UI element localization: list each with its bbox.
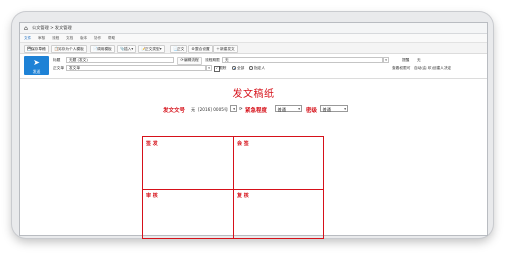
refresh-icon[interactable]: ⟳ bbox=[239, 106, 243, 111]
body-type-button[interactable]: 📝正文类型▾ bbox=[138, 44, 165, 53]
secret-level-label: 密级 bbox=[306, 108, 318, 114]
chevron-down-icon: ▾ bbox=[131, 46, 134, 51]
doc-number-prefix: 无 bbox=[191, 107, 196, 112]
chevron-down-icon[interactable]: ▾ bbox=[383, 57, 389, 63]
track-specified-radio[interactable] bbox=[249, 66, 253, 70]
flow-deadline-select[interactable]: 无 bbox=[222, 57, 383, 63]
reminder-value: 无 bbox=[417, 58, 421, 62]
tab-document[interactable]: 文档 bbox=[66, 36, 73, 41]
grid-divider bbox=[233, 137, 235, 238]
insert-button[interactable]: 📎插入▾ bbox=[117, 44, 137, 53]
use-template-button[interactable]: 📄调用模板 bbox=[90, 44, 115, 53]
track-specified-label: 指定人 bbox=[254, 66, 266, 70]
title-label: 标题 bbox=[53, 58, 61, 62]
home-icon[interactable]: ⌂ bbox=[24, 25, 28, 32]
flow-deadline-label: 流程期限 bbox=[205, 58, 220, 62]
body-button[interactable]: 📃正文 bbox=[170, 44, 188, 53]
tab-collab[interactable]: 协作 bbox=[94, 36, 101, 41]
tab-version[interactable]: 版本 bbox=[80, 36, 87, 41]
doc-number-value: [2016] 0005号 bbox=[198, 107, 229, 112]
chevron-down-icon[interactable]: ▾ bbox=[206, 65, 212, 71]
integration-settings-button[interactable]: ⚙整合设置 bbox=[188, 44, 213, 53]
tab-review[interactable]: 审核 bbox=[38, 36, 45, 41]
chevron-down-icon: ▾ bbox=[344, 107, 346, 111]
doc-number-select[interactable]: ▾ bbox=[230, 105, 237, 112]
grid-divider bbox=[143, 189, 323, 191]
chevron-down-icon: ▾ bbox=[159, 46, 162, 51]
view-permission-label: 查看权限可 bbox=[392, 66, 411, 70]
save-draft-button[interactable]: 💾保存草稿 bbox=[24, 44, 49, 53]
track-all-label: 全部 bbox=[237, 66, 245, 70]
tab-flow[interactable]: 流程 bbox=[52, 36, 59, 41]
document-title: 发文稿纸 bbox=[232, 89, 275, 100]
breadcrumb: 公文管理 > 发文管理 bbox=[32, 25, 72, 30]
save-as-template-button[interactable]: 📋另存为个人模板 bbox=[51, 44, 87, 53]
reminder-label: 提醒 bbox=[402, 58, 410, 62]
track-label: 跟踪 bbox=[219, 66, 227, 70]
urgency-label: 紧急程度 bbox=[245, 108, 268, 114]
countersign-cell-label: 会 签 bbox=[237, 141, 249, 147]
send-button[interactable]: ➤ 发送 bbox=[24, 56, 49, 75]
review-cell-label: 审 核 bbox=[146, 193, 158, 199]
chevron-down-icon: ▾ bbox=[233, 107, 235, 111]
send-label: 发送 bbox=[32, 68, 41, 74]
verify-cell-label: 复 核 bbox=[237, 193, 249, 199]
divider bbox=[20, 78, 487, 79]
tab-help[interactable]: 帮助 bbox=[108, 36, 115, 41]
approval-grid: 签 发 会 签 审 核 复 核 bbox=[142, 136, 324, 239]
track-all-radio[interactable] bbox=[232, 66, 236, 70]
body-form-label: 正文单 bbox=[53, 66, 65, 70]
title-bar: ⌂ 公文管理 > 发文管理 bbox=[20, 23, 487, 34]
send-icon: ➤ bbox=[33, 58, 40, 67]
view-permission-value: 自动(由 印)创建人决定 bbox=[414, 66, 452, 70]
doc-number-label: 发文文号 bbox=[163, 108, 186, 114]
tab-file[interactable]: 文件 bbox=[24, 36, 31, 41]
menu-tabs: 文件 审核 流程 文档 版本 协作 帮助 bbox=[20, 34, 487, 43]
new-dispatch-button[interactable]: ＋新建发文 bbox=[213, 44, 238, 53]
chevron-down-icon: ▾ bbox=[298, 107, 300, 111]
title-input[interactable]: 无题 (发文) bbox=[66, 57, 174, 63]
toolbar: 💾保存草稿 📋另存为个人模板 📄调用模板 📎插入▾ 📝正文类型▾ 📃正文 ⚙整合… bbox=[20, 43, 487, 54]
urgency-select[interactable]: 普通 ▾ bbox=[275, 105, 302, 112]
edit-flow-button[interactable]: ⟳编辑流程 bbox=[177, 57, 202, 65]
body-form-select[interactable]: 发文单 bbox=[66, 65, 206, 71]
sign-cell-label: 签 发 bbox=[146, 141, 158, 147]
secret-level-select[interactable]: 普通 ▾ bbox=[320, 105, 348, 112]
